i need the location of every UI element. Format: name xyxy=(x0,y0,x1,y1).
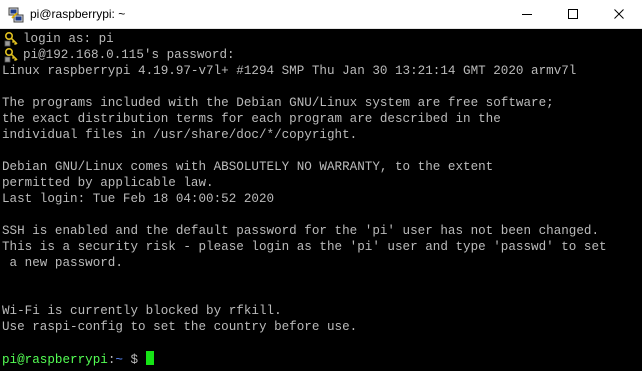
terminal-line: a new password. xyxy=(2,256,123,270)
close-button[interactable] xyxy=(596,0,642,28)
close-icon xyxy=(614,9,624,19)
key-icon xyxy=(4,47,18,63)
shell-prompt[interactable]: pi@raspberrypi:~ $ xyxy=(2,351,154,367)
terminal-line: pi@192.168.0.115's password: xyxy=(23,48,235,62)
terminal-line: SSH is enabled and the default password … xyxy=(2,224,600,238)
window-title: pi@raspberrypi: ~ xyxy=(30,7,126,21)
text-cursor xyxy=(145,351,154,365)
title-bar[interactable]: pi@raspberrypi: ~ xyxy=(0,0,642,29)
putty-window: pi@raspberrypi: ~ login as: pi pi@192.16… xyxy=(0,0,642,371)
terminal-line: Use raspi-config to set the country befo… xyxy=(2,320,358,334)
prompt-path: ~ xyxy=(115,353,123,367)
maximize-button[interactable] xyxy=(550,0,596,28)
minimize-button[interactable] xyxy=(504,0,550,28)
terminal-line: The programs included with the Debian GN… xyxy=(2,96,554,110)
prompt-symbol: $ xyxy=(122,353,146,367)
key-icon xyxy=(4,31,18,47)
terminal-line: This is a security risk - please login a… xyxy=(2,240,607,254)
putty-app-icon[interactable] xyxy=(8,7,24,23)
minimize-icon xyxy=(522,14,532,15)
terminal-line: Last login: Tue Feb 18 04:00:52 2020 xyxy=(2,192,275,206)
prompt-user-host: pi@raspberrypi xyxy=(2,353,108,367)
terminal-line: Linux raspberrypi 4.19.97-v7l+ #1294 SMP… xyxy=(2,64,577,78)
terminal-line: login as: pi xyxy=(23,32,114,46)
terminal-line: the exact distribution terms for each pr… xyxy=(2,112,501,126)
terminal-line: permitted by applicable law. xyxy=(2,176,214,190)
terminal-line: individual files in /usr/share/doc/*/cop… xyxy=(2,128,358,142)
maximize-icon xyxy=(568,9,578,19)
terminal-line: Wi-Fi is currently blocked by rfkill. xyxy=(2,304,282,318)
terminal-line: Debian GNU/Linux comes with ABSOLUTELY N… xyxy=(2,160,494,174)
terminal-area[interactable]: login as: pi pi@192.168.0.115's password… xyxy=(0,30,642,371)
